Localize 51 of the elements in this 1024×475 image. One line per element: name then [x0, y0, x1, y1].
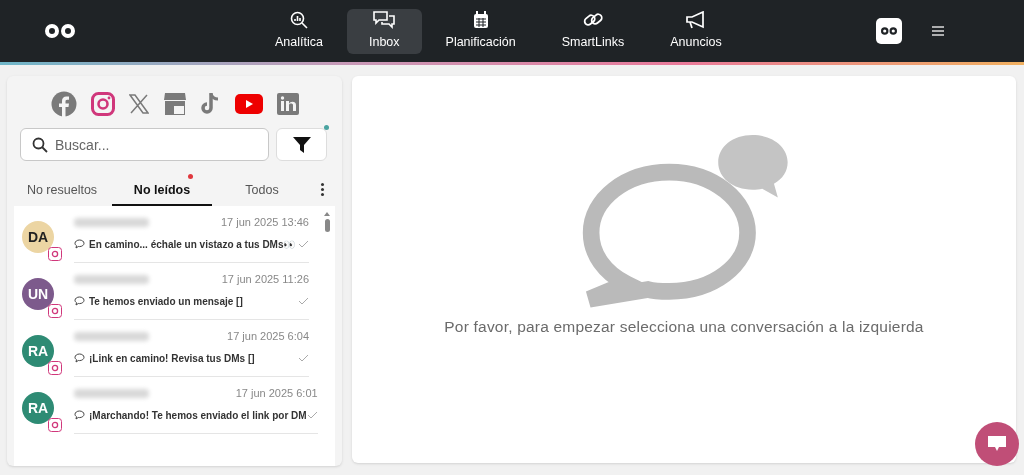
- instagram-icon[interactable]: [90, 90, 115, 118]
- search-icon: [32, 137, 48, 153]
- google-icon[interactable]: [162, 90, 187, 118]
- instagram-icon: [48, 361, 62, 375]
- nav-tab[interactable]: Planificación: [423, 8, 538, 54]
- instagram-icon: [48, 418, 62, 432]
- nav-tab[interactable]: Analítica: [253, 8, 345, 54]
- comment-icon: [74, 410, 85, 420]
- message-time: 17 jun 2025 6:04: [227, 329, 309, 344]
- message-preview: Te hemos enviado un mensaje []: [89, 294, 243, 309]
- megaphone-icon: [686, 10, 706, 29]
- nav-tab[interactable]: SmartLinks: [539, 8, 647, 54]
- comment-icon: [74, 353, 85, 363]
- message-preview: En camino... échale un vistazo a tus DMs👀: [89, 237, 296, 252]
- linkedin-icon[interactable]: [276, 90, 299, 118]
- magnifier-chart-icon: [289, 10, 308, 29]
- menu-icon[interactable]: [932, 26, 944, 36]
- message-time: 17 jun 2025 6:01: [235, 386, 318, 401]
- comment-icon: [74, 296, 85, 306]
- account-logo-icon[interactable]: [876, 18, 902, 44]
- instagram-icon: [48, 247, 62, 261]
- check-icon: [298, 354, 309, 362]
- message-preview: ¡Marchando! Te hemos enviado el link por DM: [89, 408, 307, 423]
- instagram-icon: [48, 304, 62, 318]
- comment-icon: [74, 239, 85, 249]
- message-time: 17 jun 2025 13:46: [220, 215, 309, 230]
- filter-button[interactable]: [276, 128, 327, 161]
- calendar-icon: [472, 10, 489, 29]
- check-icon: [298, 297, 309, 305]
- more-options-icon[interactable]: [321, 183, 324, 196]
- chat-bubble-icon: [987, 435, 1007, 453]
- message-time: 17 jun 2025 11:26: [221, 272, 309, 287]
- scrollbar-drawing[interactable]: [324, 212, 330, 232]
- avatar: UN: [22, 278, 54, 310]
- funnel-icon: [292, 136, 311, 153]
- avatar: DA: [22, 221, 54, 253]
- filter-tab[interactable]: Todos: [212, 177, 312, 206]
- facebook-icon[interactable]: [50, 90, 77, 118]
- check-icon: [298, 240, 309, 248]
- link-icon: [583, 10, 603, 29]
- empty-state-message: Por favor, para empezar selecciona una conversación a la izquierda: [444, 317, 924, 337]
- filter-tab[interactable]: No resueltos: [12, 177, 112, 206]
- search-field[interactable]: Buscar...: [20, 128, 269, 161]
- nav-tab[interactable]: Inbox: [346, 8, 422, 54]
- check-icon: [306, 411, 318, 419]
- chat-bubbles-icon: [373, 10, 396, 29]
- nav-tab[interactable]: Anuncios: [648, 8, 744, 54]
- message-preview: ¡Link en camino! Revisa tus DMs []: [89, 351, 255, 366]
- avatar: RA: [22, 335, 54, 367]
- logo-icon[interactable]: [45, 24, 75, 38]
- avatar: RA: [22, 392, 54, 424]
